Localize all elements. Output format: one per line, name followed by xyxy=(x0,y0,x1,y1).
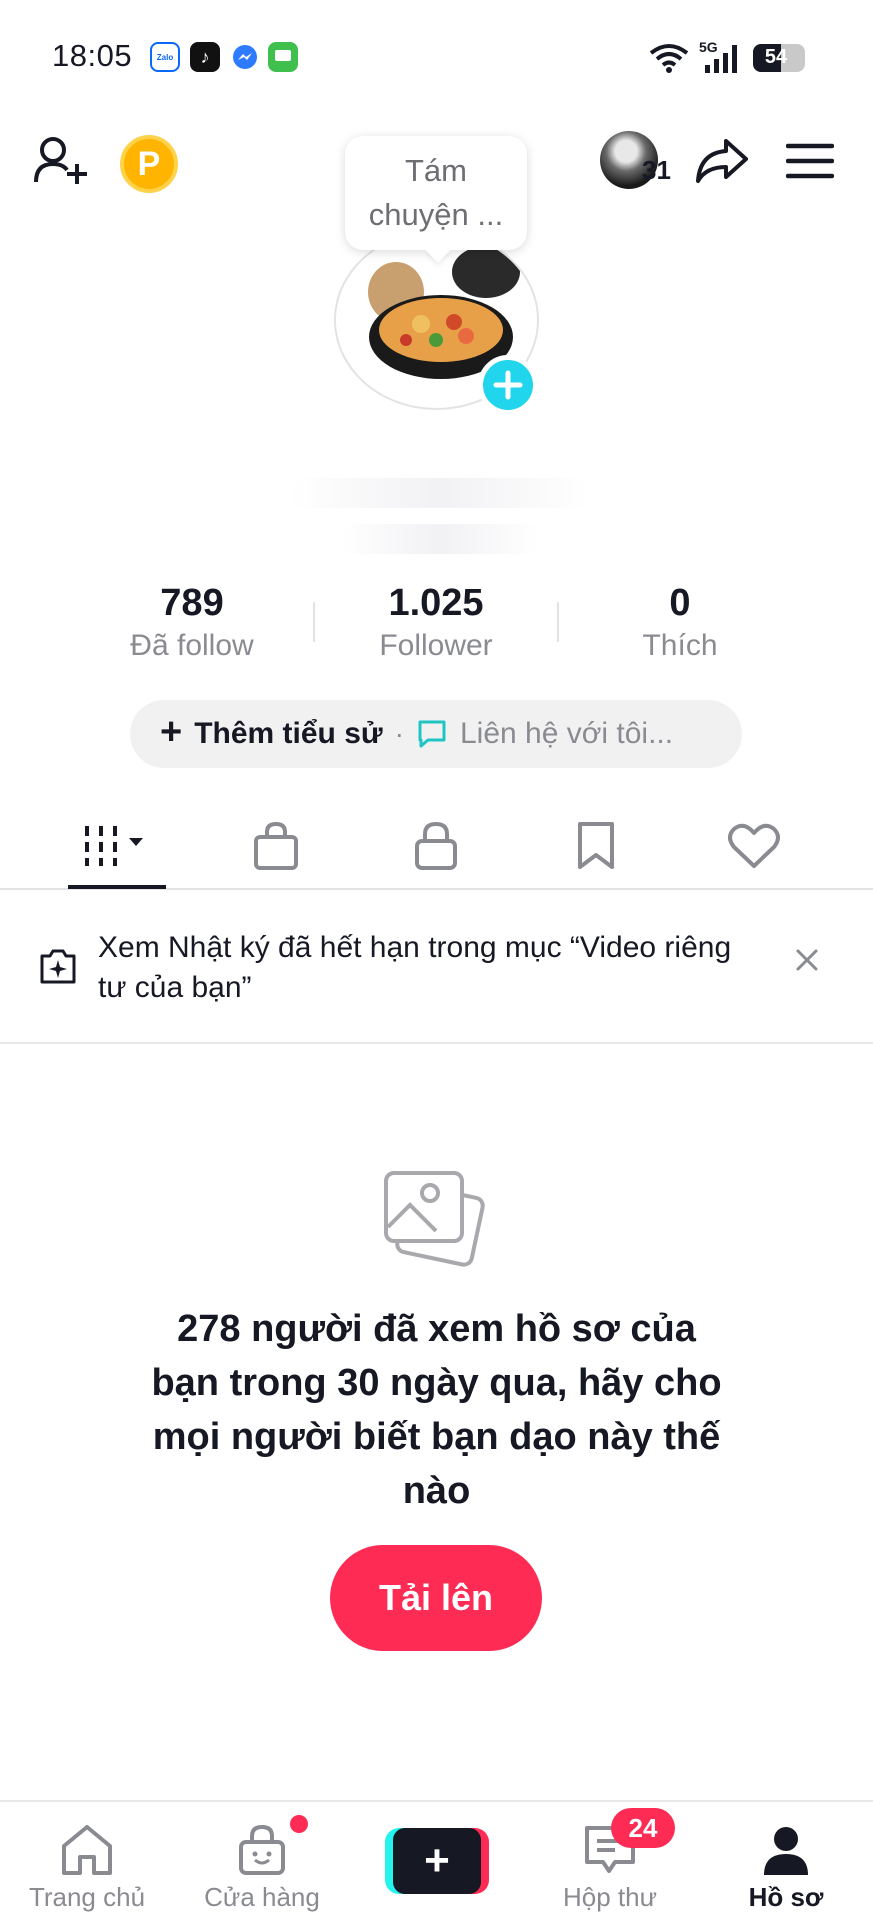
empty-state-message: 278 người đã xem hồ sơ của bạn trong 30 … xyxy=(151,1308,722,1512)
tab-saved[interactable] xyxy=(551,814,641,878)
profile-icon xyxy=(764,1827,808,1875)
tab-videos[interactable] xyxy=(70,814,160,878)
username-placeholder xyxy=(340,524,540,554)
close-banner-button[interactable] xyxy=(795,948,819,977)
photo-stack-icon xyxy=(384,1171,485,1267)
menu-icon[interactable] xyxy=(782,131,838,191)
stat-label: Follower xyxy=(379,629,493,662)
stat-followers[interactable]: 1.025 Follower xyxy=(336,580,536,666)
name-placeholder xyxy=(290,478,590,508)
chat-bubble-icon xyxy=(418,720,446,748)
tiktok-icon: ♪ xyxy=(190,42,220,72)
tooltip-line-1: Tám xyxy=(405,153,467,188)
stat-divider xyxy=(313,602,315,642)
tab-private[interactable] xyxy=(391,814,481,878)
contact-button[interactable]: Liên hệ với tôi... xyxy=(460,717,673,751)
stat-value: 789 xyxy=(160,582,224,624)
stat-likes[interactable]: 0 Thích xyxy=(580,580,780,666)
system-indicators: 5G 54 xyxy=(649,38,805,78)
close-icon xyxy=(796,949,818,971)
inbox-badge: 24 xyxy=(611,1808,675,1848)
add-avatar-button[interactable] xyxy=(478,355,538,415)
share-icon[interactable] xyxy=(692,131,752,191)
nav-label: Hồ sơ xyxy=(748,1882,824,1912)
cellular-icon: 5G xyxy=(699,39,743,75)
create-button[interactable]: + xyxy=(385,1828,489,1894)
tab-shop[interactable] xyxy=(231,814,321,878)
banner-text: Xem Nhật ký đã hết hạn trong mục “Video … xyxy=(98,931,732,1004)
home-icon xyxy=(62,1825,112,1875)
tooltip-line-2: chuyện ... xyxy=(368,197,504,232)
shop-icon xyxy=(239,1824,285,1875)
bio-pill: + Thêm tiểu sử · Liên hệ với tôi... xyxy=(130,700,742,768)
nav-home[interactable]: Trang chủ xyxy=(12,1802,162,1920)
stat-label: Đã follow xyxy=(130,629,254,662)
messenger-icon xyxy=(230,42,260,72)
nav-shop[interactable]: Cửa hàng xyxy=(187,1802,337,1920)
create-plus-icon: + xyxy=(393,1828,481,1894)
shop-notification-dot xyxy=(290,1815,308,1833)
lock-icon xyxy=(415,821,457,870)
sparkle-camera-icon xyxy=(40,949,76,984)
status-tooltip[interactable]: Tám chuyện ... xyxy=(345,136,527,250)
nav-label: Cửa hàng xyxy=(204,1882,320,1912)
profile-stats: 789 Đã follow 1.025 Follower 0 Thích xyxy=(92,580,722,670)
friends-count: 31 xyxy=(642,155,671,185)
add-friend-icon[interactable] xyxy=(30,129,94,193)
nav-label: Trang chủ xyxy=(28,1882,146,1912)
status-time: 18:05 xyxy=(52,38,133,73)
status-bar: 18:05 Zalo ♪ 5G 54 xyxy=(0,0,873,115)
bookmark-icon xyxy=(578,822,614,869)
active-tab-indicator xyxy=(68,885,166,889)
wifi-icon xyxy=(649,44,689,73)
heart-icon xyxy=(728,823,780,868)
nav-profile[interactable]: Hồ sơ xyxy=(711,1802,861,1920)
shop-bag-icon xyxy=(254,821,298,870)
upload-button[interactable]: Tải lên xyxy=(330,1545,542,1651)
bio-separator: · xyxy=(394,718,404,749)
add-bio-button[interactable]: Thêm tiểu sử xyxy=(194,717,382,751)
stat-divider xyxy=(557,602,559,642)
tab-liked[interactable] xyxy=(709,814,799,878)
videos-grid-icon xyxy=(85,826,143,866)
content-tabs xyxy=(0,800,873,890)
messages-icon xyxy=(268,42,298,72)
nav-label: Hộp thư xyxy=(562,1882,657,1912)
coin-icon[interactable]: P xyxy=(120,135,178,193)
stat-label: Thích xyxy=(642,629,718,662)
stat-value: 1.025 xyxy=(388,582,484,624)
stat-value: 0 xyxy=(669,582,691,624)
stat-following[interactable]: 789 Đã follow xyxy=(92,580,292,666)
zalo-icon: Zalo xyxy=(150,42,180,72)
expired-diary-banner[interactable]: Xem Nhật ký đã hết hạn trong mục “Video … xyxy=(0,892,873,1044)
plus-icon[interactable]: + xyxy=(160,713,182,751)
battery-icon: 54 xyxy=(753,44,805,72)
